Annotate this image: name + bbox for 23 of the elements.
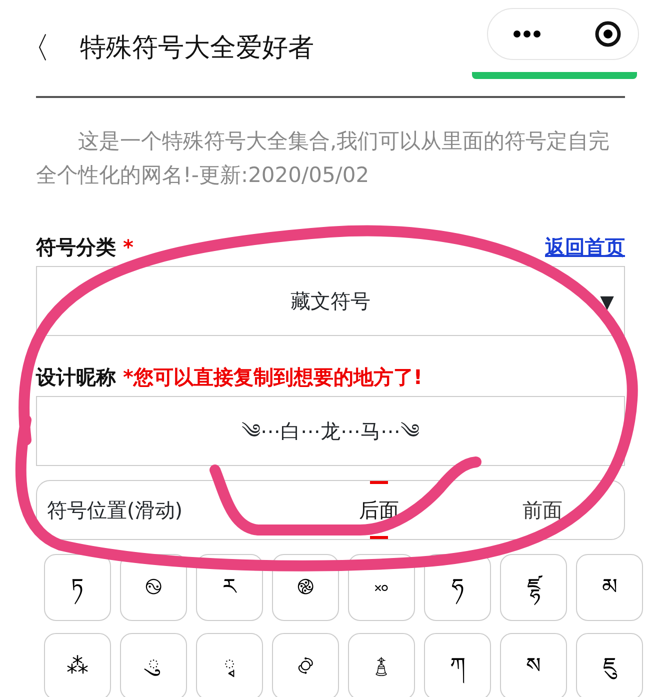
nickname-label: 设计昵称 *您可以直接复制到想要的地方了! [36, 364, 424, 391]
category-select[interactable]: 藏文符号 ▼ [36, 266, 625, 336]
intro-paragraph: 这是一个特殊符号大全集合,我们可以从里面的符号定自完全个性化的网名!-更新:2020/05/02 [35, 128, 611, 189]
symbol-button[interactable]: ◌ུ [120, 633, 187, 697]
more-icon[interactable] [512, 29, 542, 39]
position-label: 符号位置(滑动) [47, 497, 184, 524]
symbol-button[interactable]: ◌ྭ [196, 633, 263, 697]
symbol-button[interactable]: མ [576, 554, 643, 621]
home-link[interactable]: 返回首页 [545, 232, 625, 262]
symbol-button[interactable]: ས [500, 633, 567, 697]
symbol-button[interactable]: ࿂ [272, 633, 339, 697]
symbol-button[interactable]: ⁂ [44, 633, 111, 697]
position-option[interactable]: 前面 [460, 481, 624, 539]
category-label: 符号分类 * [36, 234, 134, 261]
symbol-button[interactable]: ཏ [44, 554, 111, 621]
back-button[interactable]: 〈 [10, 26, 60, 70]
symbol-button[interactable]: ࿄ [348, 633, 415, 697]
nickname-field[interactable]: ༄⋯白⋯龙⋯马⋯༄ [36, 396, 625, 466]
symbol-button[interactable]: ཇུ [576, 633, 643, 697]
symbol-button[interactable]: ཛྷ [500, 554, 567, 621]
page-title: 特殊符号大全爱好者 [80, 32, 314, 64]
target-icon[interactable] [594, 20, 622, 48]
symbol-button[interactable]: ཀ [424, 633, 491, 697]
